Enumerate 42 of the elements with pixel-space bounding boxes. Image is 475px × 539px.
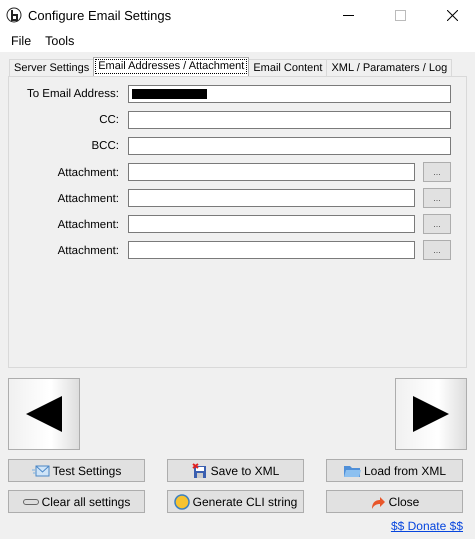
app-icon — [6, 7, 22, 23]
action-button[interactable]: Close — [326, 490, 463, 513]
menu-item[interactable]: File — [4, 34, 38, 48]
tab[interactable]: Email Addresses / Attachment — [93, 57, 250, 76]
action-button[interactable]: Clear all settings — [8, 490, 145, 513]
envelope-icon — [32, 464, 50, 476]
donate-link[interactable]: $$ Donate $$ — [390, 519, 463, 533]
field-label: BCC: — [90, 140, 119, 152]
input-field[interactable] — [128, 215, 415, 233]
tab[interactable]: Server Settings — [9, 59, 94, 76]
action-button[interactable]: Save to XML — [167, 459, 304, 482]
browse-button[interactable]: ... — [423, 162, 451, 182]
field-label: Attachment: — [56, 244, 119, 256]
input-field[interactable] — [128, 85, 451, 103]
folder-icon — [342, 464, 361, 478]
field-label: Attachment: — [56, 192, 119, 204]
action-button[interactable]: Generate CLI string — [167, 490, 304, 513]
input-field[interactable] — [128, 137, 451, 155]
yes-badge-icon — [174, 494, 190, 510]
close-icon[interactable] — [446, 10, 458, 20]
input-field[interactable] — [128, 189, 415, 207]
field-label: CC: — [98, 114, 119, 126]
action-button[interactable]: Load from XML — [326, 459, 463, 482]
bar-icon — [22, 498, 39, 504]
field-label: Attachment: — [56, 166, 119, 178]
browse-button[interactable]: ... — [423, 240, 451, 260]
right-triangle-icon — [413, 396, 449, 432]
save-icon — [192, 462, 208, 478]
window-title: Configure Email Settings — [28, 8, 172, 22]
field-label: Attachment: — [56, 218, 119, 230]
next-button[interactable] — [395, 378, 467, 450]
field-label: To Email Address: — [26, 88, 119, 100]
left-triangle-icon — [26, 396, 62, 432]
input-field[interactable] — [128, 241, 415, 259]
previous-button[interactable] — [8, 378, 80, 450]
input-field[interactable] — [128, 111, 451, 129]
menu-item[interactable]: Tools — [38, 34, 82, 48]
input-field[interactable] — [128, 163, 415, 181]
browse-button[interactable]: ... — [423, 214, 451, 234]
tab[interactable]: XML / Paramaters / Log — [326, 59, 452, 76]
browse-button[interactable]: ... — [423, 188, 451, 208]
action-button[interactable]: Test Settings — [8, 459, 145, 482]
